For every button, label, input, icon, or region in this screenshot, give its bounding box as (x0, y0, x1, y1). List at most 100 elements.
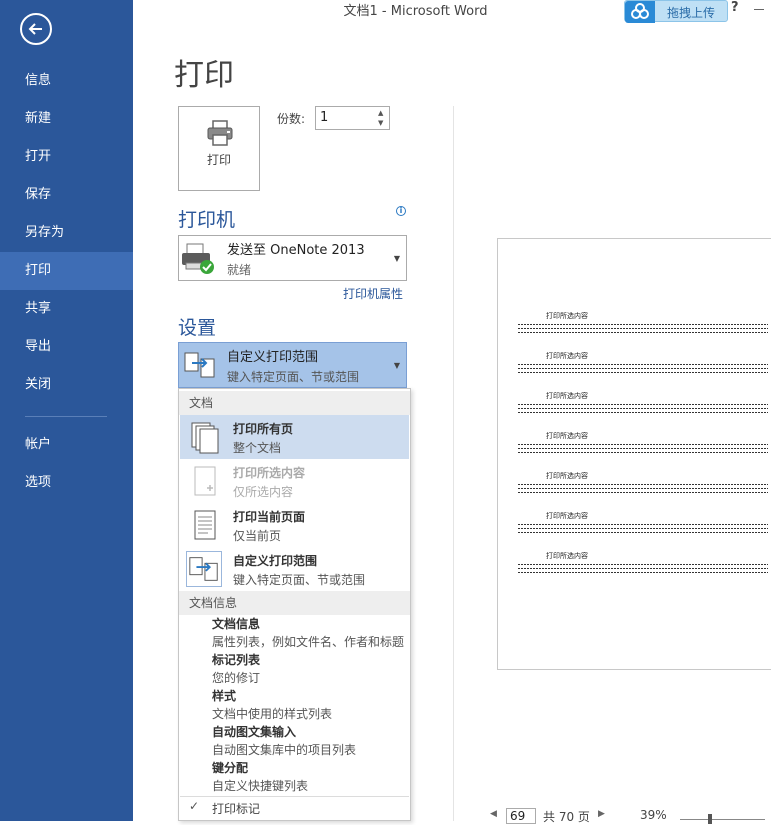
option-autotext[interactable]: 自动图文集输入 自动图文集库中的项目列表 (212, 723, 410, 759)
option-title: 打印当前页面 (233, 510, 306, 524)
sidebar-item-new[interactable]: 新建 (0, 100, 133, 138)
preview-heading: 打印所选内容 (546, 472, 588, 480)
zoom-slider[interactable] (680, 819, 765, 820)
option-title: 键分配 (212, 761, 249, 775)
preview-heading: 打印所选内容 (546, 352, 588, 360)
printer-name: 发送至 OneNote 2013 (227, 243, 365, 258)
option-print-markup[interactable]: 打印标记 (212, 800, 260, 817)
custom-range-icon (184, 352, 215, 378)
option-styles[interactable]: 样式 文档中使用的样式列表 (212, 687, 410, 723)
option-title: 打印所选内容 (233, 466, 306, 480)
printer-icon (207, 120, 233, 146)
page-title: 打印 (174, 58, 234, 93)
preview-pager: ◀ 69 共 70 页 ▶ 39% (470, 806, 771, 824)
sidebar-item-share[interactable]: 共享 (0, 290, 133, 328)
printer-heading: 打印机 (178, 209, 236, 231)
settings-heading: 设置 (178, 317, 217, 339)
preview-block: 打印所选内容 (518, 471, 768, 493)
upload-button[interactable]: 拖拽上传 (624, 0, 728, 23)
option-title: 自定义打印范围 (233, 554, 318, 568)
sidebar-item-options[interactable]: 选项 (0, 464, 133, 502)
option-title: 文档信息 (212, 617, 261, 631)
custom-range-icon (186, 551, 222, 587)
sidebar-item-close[interactable]: 关闭 (0, 366, 133, 404)
printer-onenote-icon (182, 243, 214, 274)
preview-block: 打印所选内容 (518, 311, 768, 333)
print-range-title: 自定义打印范围 (227, 350, 319, 365)
preview-block: 打印所选内容 (518, 431, 768, 453)
sidebar-item-save-as[interactable]: 另存为 (0, 214, 133, 252)
option-subtitle: 自动图文集库中的项目列表 (212, 743, 357, 757)
option-subtitle: 您的修订 (212, 671, 261, 685)
info-icon[interactable]: i (396, 206, 406, 216)
preview-heading: 打印所选内容 (546, 312, 588, 320)
preview-block: 打印所选内容 (518, 551, 768, 573)
print-button[interactable]: 打印 (178, 106, 260, 191)
copies-stepper[interactable]: 1 ▲ ▼ (315, 106, 390, 130)
printer-select[interactable]: 发送至 OneNote 2013 就绪 ▼ (178, 235, 407, 281)
option-subtitle: 键入特定页面、节或范围 (233, 573, 366, 587)
printer-properties-link[interactable]: 打印机属性 (343, 285, 403, 302)
prev-page-icon[interactable]: ◀ (490, 809, 497, 819)
option-print-all-pages[interactable]: 打印所有页 整个文档 (180, 415, 409, 459)
copies-label: 份数: (277, 112, 306, 126)
minimize-icon[interactable] (754, 9, 764, 10)
page-total: 共 70 页 (543, 810, 590, 824)
print-preview-page: 打印所选内容 打印所选内容 打印所选内容 打印所选内容 打印所选内容 打印所选内… (497, 238, 771, 670)
preview-block: 打印所选内容 (518, 391, 768, 413)
option-subtitle: 自定义快捷键列表 (212, 779, 309, 793)
preview-heading: 打印所选内容 (546, 512, 588, 520)
help-button[interactable]: ? (731, 0, 739, 15)
option-title: 打印所有页 (233, 422, 294, 436)
print-range-subtitle: 键入特定页面、节或范围 (227, 370, 360, 384)
dropdown-divider (180, 796, 409, 797)
pages-stack-icon (191, 422, 219, 454)
checkmark-icon: ✓ (189, 799, 200, 813)
sidebar-item-print[interactable]: 打印 (0, 252, 133, 290)
option-document-properties[interactable]: 文档信息 属性列表，例如文件名、作者和标题 (212, 615, 410, 651)
single-page-icon (194, 510, 216, 540)
dropdown-section-doc-info: 文档信息 (179, 591, 410, 615)
sidebar-item-info[interactable]: 信息 (0, 62, 133, 100)
chevron-down-icon: ▼ (393, 254, 400, 263)
sidebar-item-account[interactable]: 帐户 (0, 426, 133, 464)
option-title: 样式 (212, 689, 237, 703)
print-range-select[interactable]: 自定义打印范围 键入特定页面、节或范围 ▼ (178, 342, 407, 388)
zoom-slider-handle[interactable] (708, 814, 712, 824)
chevron-down-icon: ▼ (393, 361, 400, 370)
copies-value: 1 (320, 110, 329, 125)
pane-separator (453, 106, 454, 821)
option-subtitle: 文档中使用的样式列表 (212, 707, 333, 721)
option-print-selection[interactable]: 打印所选内容 仅所选内容 (180, 459, 409, 503)
sidebar-item-save[interactable]: 保存 (0, 176, 133, 214)
option-custom-range[interactable]: 自定义打印范围 键入特定页面、节或范围 (180, 547, 409, 591)
option-subtitle: 属性列表，例如文件名、作者和标题 (212, 635, 405, 649)
preview-heading: 打印所选内容 (546, 552, 588, 560)
preview-block: 打印所选内容 (518, 511, 768, 533)
sidebar-item-open[interactable]: 打开 (0, 138, 133, 176)
option-title: 自动图文集输入 (212, 725, 297, 739)
cloud-logo-icon (625, 1, 655, 23)
option-key-assignments[interactable]: 键分配 自定义快捷键列表 (212, 759, 410, 795)
upload-label: 拖拽上传 (667, 6, 716, 20)
zoom-level[interactable]: 39% (640, 808, 667, 822)
selection-page-icon (194, 466, 216, 496)
option-markup-list[interactable]: 标记列表 您的修订 (212, 651, 410, 687)
print-range-dropdown: 文档 打印所有页 整个文档 打印所选内容 仅所选内容 打印当前页面 仅当前页 自… (178, 388, 411, 821)
print-button-label: 打印 (206, 153, 231, 167)
option-subtitle: 仅当前页 (233, 529, 282, 543)
preview-heading: 打印所选内容 (546, 432, 588, 440)
option-title: 标记列表 (212, 653, 261, 667)
spin-up-icon[interactable]: ▲ (378, 109, 383, 117)
next-page-icon[interactable]: ▶ (598, 809, 605, 819)
spin-down-icon[interactable]: ▼ (378, 119, 383, 127)
sidebar-item-export[interactable]: 导出 (0, 328, 133, 366)
page-number-input[interactable]: 69 (506, 808, 536, 824)
option-print-current-page[interactable]: 打印当前页面 仅当前页 (180, 503, 409, 547)
printer-status: 就绪 (227, 263, 252, 277)
option-subtitle: 仅所选内容 (233, 485, 294, 499)
sidebar-divider (25, 416, 107, 417)
preview-block: 打印所选内容 (518, 351, 768, 373)
dropdown-section-document: 文档 (179, 391, 410, 415)
backstage-sidebar: 信息 新建 打开 保存 另存为 打印 共享 导出 关闭 帐户 选项 (0, 0, 133, 821)
